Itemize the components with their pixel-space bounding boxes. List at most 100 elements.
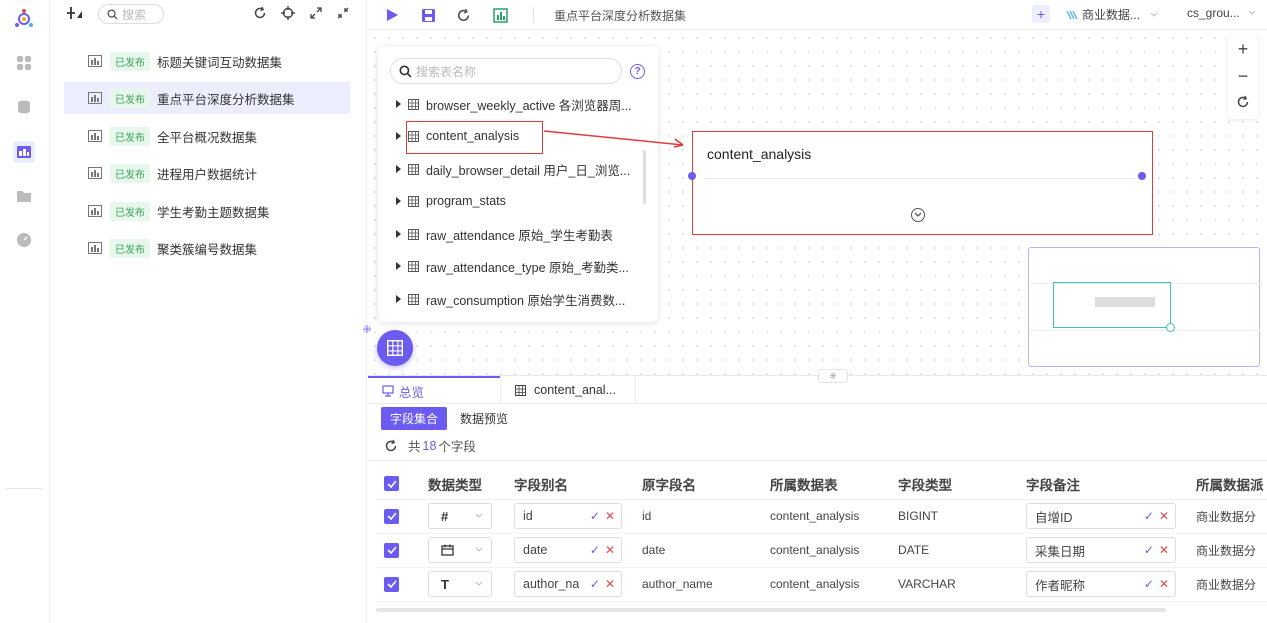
- status-badge: 已发布: [110, 51, 150, 71]
- search-placeholder: 搜索表名称: [416, 64, 477, 79]
- refresh-icon[interactable]: [453, 5, 473, 25]
- dataset-search-input[interactable]: 搜索: [98, 4, 164, 24]
- chevron-down-icon: [475, 513, 483, 518]
- cancel-icon[interactable]: ✕: [1159, 543, 1169, 557]
- data-type-select[interactable]: T: [428, 571, 492, 597]
- panel-drag-handle[interactable]: ⁜: [361, 318, 373, 340]
- table-list-item[interactable]: raw_attendance_type 原始_考勤类...: [396, 254, 629, 278]
- dataset-icon[interactable]: [13, 141, 35, 163]
- row-checkbox[interactable]: [384, 576, 399, 592]
- tab-content-analysis[interactable]: content_anal...: [500, 376, 636, 404]
- note-input[interactable]: 作者昵称 ✓ ✕: [1026, 571, 1176, 597]
- subtab-preview[interactable]: 数据预览: [451, 407, 517, 430]
- data-type-select[interactable]: [428, 537, 492, 563]
- node-divider: [705, 178, 1141, 179]
- dataset-name: 重点平台深度分析数据集: [157, 92, 295, 107]
- reset-view-icon[interactable]: [1235, 94, 1251, 110]
- cancel-icon[interactable]: ✕: [605, 543, 615, 557]
- zoom-out-icon[interactable]: −: [1235, 66, 1251, 86]
- table-search-input[interactable]: 搜索表名称: [390, 58, 622, 84]
- expand-fields-icon[interactable]: [911, 208, 925, 222]
- refresh-icon[interactable]: [384, 439, 398, 453]
- left-connector[interactable]: [688, 172, 696, 180]
- column-header: 所属数据派: [1188, 469, 1267, 500]
- database-icon[interactable]: [13, 96, 35, 118]
- tab-overview[interactable]: 总览: [368, 376, 500, 404]
- alias-input[interactable]: id ✓ ✕: [514, 503, 622, 529]
- confirm-icon[interactable]: ✓: [590, 509, 600, 523]
- status-badge: 已发布: [110, 126, 150, 146]
- count-value: 18: [422, 438, 437, 453]
- text-type-icon: T: [441, 576, 449, 592]
- locate-icon[interactable]: [279, 4, 297, 22]
- add-icon[interactable]: +: [1032, 5, 1050, 23]
- alias-input[interactable]: date ✓ ✕: [514, 537, 622, 563]
- app-logo[interactable]: [13, 8, 35, 30]
- folder-icon[interactable]: [13, 185, 35, 207]
- confirm-icon[interactable]: ✓: [590, 543, 600, 557]
- row-checkbox[interactable]: [384, 542, 399, 558]
- subtabs: 字段集合 数据预览: [381, 407, 521, 430]
- note-input[interactable]: 采集日期 ✓ ✕: [1026, 537, 1176, 563]
- dataset-item-selected[interactable]: 已发布 重点平台深度分析数据集: [64, 82, 350, 114]
- field-count: 共 18 个字段: [384, 436, 476, 455]
- save-icon[interactable]: [418, 5, 438, 25]
- row-checkbox[interactable]: [384, 508, 399, 524]
- table-list-item[interactable]: program_stats: [396, 189, 506, 213]
- dataset-name: 聚类簇编号数据集: [157, 242, 258, 257]
- data-type-select[interactable]: #: [428, 503, 492, 529]
- search-icon: [107, 8, 118, 20]
- alias-value: id: [523, 509, 533, 523]
- dashboard-icon[interactable]: [13, 229, 35, 251]
- cancel-icon[interactable]: ✕: [1159, 509, 1169, 523]
- cancel-icon[interactable]: ✕: [605, 509, 615, 523]
- table-list-item[interactable]: raw_attendance 原始_学生考勤表: [396, 222, 613, 246]
- alias-input[interactable]: author_na ✓ ✕: [514, 571, 622, 597]
- help-icon[interactable]: ?: [630, 64, 645, 79]
- cancel-icon[interactable]: ✕: [605, 577, 615, 591]
- dataset-item[interactable]: 已发布 进程用户数据统计: [64, 157, 350, 189]
- table-list-item[interactable]: browser_weekly_active 各浏览器周...: [396, 92, 632, 116]
- schema-select[interactable]: cs_grou...: [1187, 6, 1256, 20]
- select-all-checkbox[interactable]: [384, 476, 399, 492]
- chart-icon[interactable]: [490, 5, 510, 25]
- add-dataset-icon[interactable]: [66, 4, 84, 22]
- apps-grid-icon[interactable]: [13, 52, 35, 74]
- confirm-icon[interactable]: ✓: [1144, 543, 1154, 557]
- dataset-item[interactable]: 已发布 标题关键词互动数据集: [64, 45, 350, 77]
- caret-right-icon: [396, 262, 401, 270]
- collapse-icon[interactable]: [334, 4, 352, 22]
- divider: [368, 460, 1267, 461]
- refresh-icon[interactable]: [251, 4, 269, 22]
- dataset-item[interactable]: 已发布 聚类簇编号数据集: [64, 232, 350, 264]
- status-badge: 已发布: [110, 88, 150, 108]
- datasource-select[interactable]: 商业数据...: [1066, 6, 1158, 23]
- dataset-item[interactable]: 已发布 学生考勤主题数据集: [64, 195, 350, 227]
- minimap-viewport[interactable]: [1053, 282, 1175, 332]
- table-list-toggle-button[interactable]: [377, 330, 413, 366]
- scrollbar[interactable]: [643, 150, 646, 204]
- table-list-item[interactable]: raw_consumption 原始学生消费数...: [396, 287, 625, 311]
- table-node[interactable]: content_analysis: [688, 131, 1153, 235]
- confirm-icon[interactable]: ✓: [590, 577, 600, 591]
- field-type: DATE: [890, 533, 1018, 568]
- confirm-icon[interactable]: ✓: [1144, 509, 1154, 523]
- dataset-item[interactable]: 已发布 全平台概况数据集: [64, 120, 350, 152]
- expand-icon[interactable]: [307, 4, 325, 22]
- subtab-fields[interactable]: 字段集合: [381, 407, 448, 430]
- minimap[interactable]: [1028, 247, 1261, 367]
- table-list-item[interactable]: daily_browser_detail 用户_日_浏览...: [396, 157, 630, 181]
- table-name: daily_browser_detail 用户_日_浏览...: [426, 163, 631, 178]
- right-connector[interactable]: [1138, 172, 1146, 180]
- cancel-icon[interactable]: ✕: [1159, 577, 1169, 591]
- table-header-row: 数据类型 字段别名 原字段名 所属数据表 字段类型 字段备注 所属数据派: [376, 469, 1267, 500]
- field-type: VARCHAR: [890, 567, 1018, 602]
- table-icon: [408, 228, 419, 240]
- horizontal-scrollbar[interactable]: [376, 608, 1166, 612]
- zoom-in-icon[interactable]: +: [1235, 39, 1251, 59]
- confirm-icon[interactable]: ✓: [1144, 577, 1154, 591]
- run-icon[interactable]: [382, 5, 402, 25]
- select-all-checkbox-cell[interactable]: [376, 469, 420, 500]
- caret-right-icon: [396, 295, 401, 303]
- note-input[interactable]: 自增ID ✓ ✕: [1026, 503, 1176, 529]
